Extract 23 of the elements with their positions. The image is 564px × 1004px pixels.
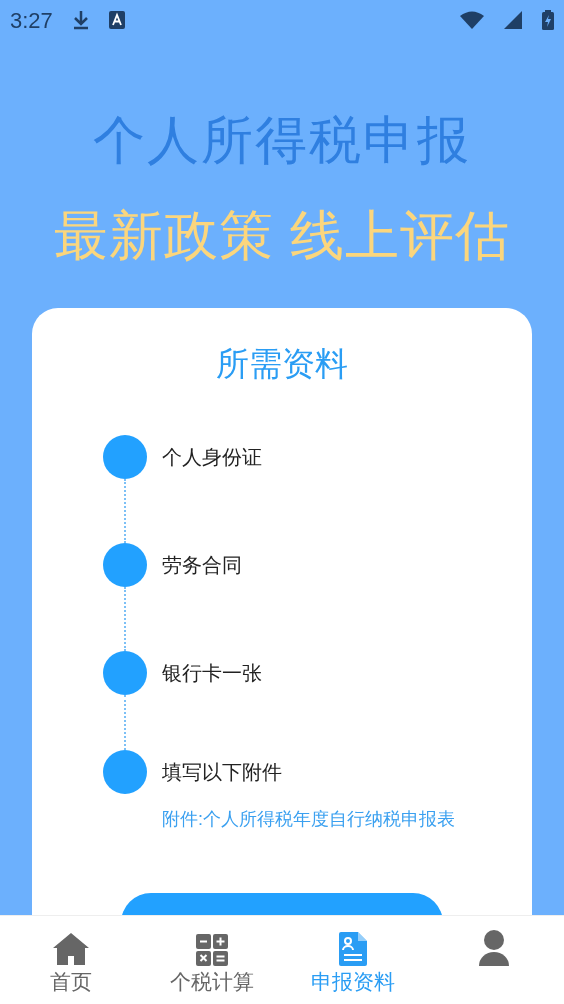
step-label: 银行卡一张 (162, 661, 262, 686)
signal-icon (504, 11, 522, 29)
person-icon (478, 930, 509, 966)
subheadline: 最新政策 线上评估 (54, 204, 510, 267)
connector-line (124, 479, 126, 543)
nav-tab[interactable]: 个税计算 (141, 916, 282, 1004)
wifi-icon (460, 11, 484, 29)
status-time: 3:27 (10, 6, 53, 35)
connector-line (124, 587, 126, 651)
step-label: 填写以下附件 (162, 760, 282, 785)
home-icon (51, 932, 90, 966)
step-label: 劳务合同 (162, 553, 242, 578)
card-title: 所需资料 (216, 344, 348, 384)
document-icon (338, 932, 367, 966)
headline: 个人所得税申报 (93, 110, 471, 171)
connector-line (124, 695, 126, 750)
nav-tab[interactable]: 首页 (0, 916, 141, 1004)
calculator-icon (195, 934, 228, 966)
nav-tab[interactable]: 申报资料 (282, 916, 423, 1004)
step-label: 个人身份证 (162, 445, 262, 470)
download-icon (72, 10, 89, 30)
attachment-note: 附件:个人所得税年度自行纳税申报表 (162, 808, 456, 831)
battery-icon (542, 10, 554, 30)
